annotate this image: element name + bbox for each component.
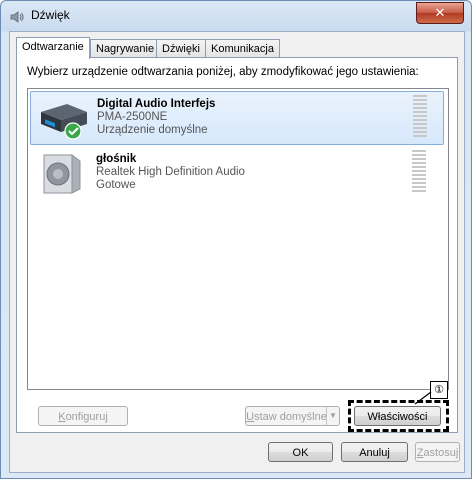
device-name: głośnik xyxy=(96,153,137,165)
device-model: PMA-2500NE xyxy=(97,111,168,123)
close-button[interactable]: ✕ xyxy=(416,2,464,24)
speaker-icon xyxy=(10,11,24,23)
cancel-button[interactable]: Anuluj xyxy=(341,442,408,462)
title-bar[interactable]: Dźwięk ✕ xyxy=(1,1,471,31)
level-meter xyxy=(413,95,427,141)
instruction-text: Wybierz urządzenie odtwarzania poniżej, … xyxy=(27,66,419,78)
apply-button[interactable]: Zastosuj xyxy=(415,442,460,462)
tab-recording[interactable]: Nagrywanie xyxy=(90,39,161,58)
speaker-box-icon xyxy=(43,154,81,194)
device-status: Gotowe xyxy=(96,179,136,191)
callout-leader xyxy=(414,391,432,405)
tab-sounds[interactable]: Dźwięki xyxy=(156,39,206,58)
properties-button[interactable]: Właściwości xyxy=(354,406,441,426)
tab-playback[interactable]: Odtwarzanie xyxy=(16,37,90,59)
check-icon xyxy=(64,122,82,140)
amplifier-icon xyxy=(41,104,87,140)
tab-communications[interactable]: Komunikacja xyxy=(205,39,280,58)
chevron-down-icon[interactable]: ▼ xyxy=(326,407,339,425)
device-name: Digital Audio Interfejs xyxy=(97,98,216,110)
device-list[interactable]: Digital Audio Interfejs PMA-2500NE Urząd… xyxy=(27,88,449,390)
list-item-speaker[interactable]: głośnik Realtek High Definition Audio Go… xyxy=(30,147,444,199)
sound-dialog: Dźwięk ✕ Odtwarzanie Nagrywanie Dźwięki … xyxy=(0,0,472,479)
configure-button[interactable]: Konfiguruj xyxy=(38,406,128,426)
device-model: Realtek High Definition Audio xyxy=(96,166,245,178)
dialog-body: Odtwarzanie Nagrywanie Dźwięki Komunikac… xyxy=(9,31,465,473)
level-meter xyxy=(412,150,426,196)
set-default-button[interactable]: Ustaw domyślne ▼ xyxy=(245,406,340,426)
ok-button[interactable]: OK xyxy=(268,442,333,462)
list-item-digital-audio[interactable]: Digital Audio Interfejs PMA-2500NE Urząd… xyxy=(30,91,444,145)
playback-panel: Wybierz urządzenie odtwarzania poniżej, … xyxy=(16,57,458,433)
window-title: Dźwięk xyxy=(31,8,70,22)
device-status: Urządzenie domyślne xyxy=(97,124,208,136)
